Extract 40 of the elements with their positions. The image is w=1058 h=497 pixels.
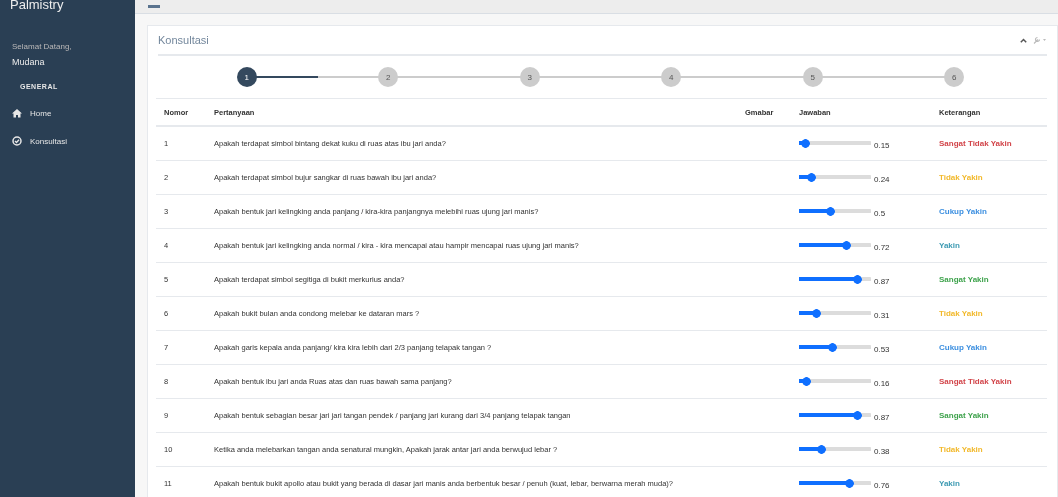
step-circle[interactable]: 1 <box>236 67 257 87</box>
check-circle-icon <box>12 136 22 146</box>
confidence-label: Sangat Tidak Yakin <box>939 377 1012 386</box>
slider[interactable] <box>799 139 871 148</box>
slider-value: 0.76 <box>874 481 890 490</box>
confidence-label: Tidak Yakin <box>939 173 983 182</box>
panel-title: Konsultasi <box>158 34 209 46</box>
menu-toggle-icon[interactable] <box>148 5 160 8</box>
step-circle[interactable]: 2 <box>378 67 399 87</box>
slider-value: 0.16 <box>874 379 890 388</box>
sidebar-item[interactable]: Home <box>0 108 64 118</box>
step-circle[interactable]: 5 <box>802 67 823 87</box>
user-name: Mudana <box>11 57 46 67</box>
slider-value: 0.53 <box>874 345 890 354</box>
slider-value: 0.5 <box>874 209 886 218</box>
step-circle[interactable]: 6 <box>944 67 965 87</box>
confidence-label: Sangat Tidak Yakin <box>939 139 1012 148</box>
sidebar-item[interactable]: Konsultasi <box>0 136 79 146</box>
welcome-text: Selamat Datang, <box>11 42 73 51</box>
home-icon <box>12 108 22 118</box>
slider-value: 0.87 <box>874 413 890 422</box>
step-circle[interactable]: 3 <box>519 67 540 87</box>
confidence-label: Sangat Yakin <box>939 275 989 284</box>
confidence-label: Sangat Yakin <box>939 411 989 420</box>
slider-value: 0.38 <box>874 447 890 456</box>
brand-title: Palmistry <box>9 0 65 12</box>
slider-value: 0.24 <box>874 175 890 184</box>
confidence-label: Tidak Yakin <box>939 445 983 454</box>
step-circle[interactable]: 4 <box>661 67 682 87</box>
slider-value: 0.31 <box>874 311 890 320</box>
confidence-label: Cukup Yakin <box>939 207 987 216</box>
slider-value: 0.87 <box>874 277 890 286</box>
confidence-label: Cukup Yakin <box>939 343 987 352</box>
confidence-label: Tidak Yakin <box>939 309 983 318</box>
slider-value: 0.72 <box>874 243 890 252</box>
slider[interactable] <box>799 377 871 386</box>
chevron-up-icon[interactable] <box>1020 37 1027 43</box>
confidence-label: Yakin <box>939 241 960 250</box>
confidence-label: Yakin <box>939 479 960 488</box>
slider-value: 0.15 <box>874 141 890 150</box>
